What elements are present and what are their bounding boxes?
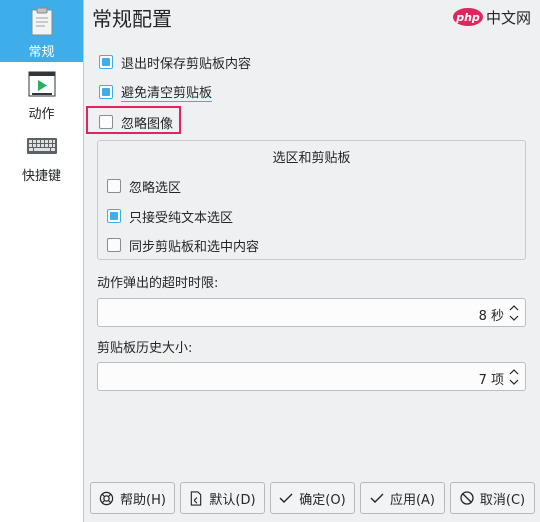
apply-button[interactable]: 应用(A) bbox=[360, 482, 445, 514]
checkbox-checked[interactable] bbox=[99, 85, 113, 99]
cancel-button-label: 取消(C) bbox=[479, 492, 526, 508]
ok-button[interactable]: 确定(O) bbox=[270, 482, 355, 514]
svg-text:php: php bbox=[455, 11, 480, 24]
sidebar-item-actions[interactable]: 动作 bbox=[0, 62, 83, 124]
ignore-images-checkbox[interactable]: 忽略图像 bbox=[99, 112, 173, 132]
action-play-icon bbox=[28, 71, 56, 97]
text-only-selection-checkbox[interactable]: 只接受纯文本选区 bbox=[107, 206, 233, 226]
checkbox-unchecked[interactable] bbox=[107, 238, 121, 252]
checkbox-label: 避免清空剪贴板 bbox=[121, 82, 213, 102]
spin-arrows-icon[interactable] bbox=[507, 366, 521, 388]
history-size-spinbox[interactable]: 7 项 bbox=[97, 362, 526, 391]
checkbox-label: 忽略选区 bbox=[129, 180, 182, 196]
sidebar-item-label: 常规 bbox=[28, 45, 55, 60]
ignore-selection-checkbox[interactable]: 忽略选区 bbox=[107, 176, 181, 196]
checkbox-label: 忽略图像 bbox=[121, 116, 174, 132]
sidebar: 常规 动作 快捷键 bbox=[0, 0, 84, 522]
timeout-value: 8 秒 bbox=[478, 309, 504, 324]
keyboard-icon bbox=[27, 138, 57, 154]
sidebar-item-general[interactable]: 常规 bbox=[0, 0, 83, 62]
checkmark-icon bbox=[279, 493, 293, 503]
sidebar-item-label: 快捷键 bbox=[21, 169, 61, 184]
svg-text:中文网: 中文网 bbox=[486, 9, 531, 27]
help-button[interactable]: 帮助(H) bbox=[90, 482, 175, 514]
prevent-empty-checkbox[interactable]: 避免清空剪贴板 bbox=[99, 82, 213, 102]
checkbox-label: 同步剪贴板和选中内容 bbox=[129, 239, 260, 255]
save-on-exit-checkbox[interactable]: 退出时保存剪贴板内容 bbox=[99, 52, 251, 72]
php-watermark-logo: php 中文网 bbox=[453, 8, 531, 27]
checkmark-icon bbox=[370, 493, 384, 503]
timeout-label: 动作弹出的超时时限: bbox=[97, 276, 219, 291]
help-lifebuoy-icon bbox=[99, 491, 114, 505]
checkbox-checked[interactable] bbox=[107, 209, 121, 223]
defaults-button[interactable]: 默认(D) bbox=[180, 482, 265, 514]
checkbox-unchecked[interactable] bbox=[99, 115, 113, 129]
ok-button-label: 确定(O) bbox=[299, 492, 346, 508]
apply-button-label: 应用(A) bbox=[389, 492, 436, 508]
sidebar-item-shortcuts[interactable]: 快捷键 bbox=[0, 124, 83, 186]
sync-clipboard-checkbox[interactable]: 同步剪贴板和选中内容 bbox=[107, 235, 259, 255]
cancel-button[interactable]: 取消(C) bbox=[450, 482, 535, 514]
cancel-icon bbox=[460, 491, 474, 505]
defaults-button-label: 默认(D) bbox=[209, 492, 256, 508]
history-size-label: 剪贴板历史大小: bbox=[97, 341, 193, 356]
general-config-icon bbox=[31, 7, 53, 36]
timeout-spinbox[interactable]: 8 秒 bbox=[97, 298, 526, 327]
group-title: 选区和剪贴板 bbox=[272, 151, 351, 166]
checkbox-label: 只接受纯文本选区 bbox=[129, 210, 234, 226]
checkbox-unchecked[interactable] bbox=[107, 179, 121, 193]
sidebar-item-label: 动作 bbox=[28, 107, 55, 122]
page-title: 常规配置 bbox=[92, 7, 172, 31]
spin-arrows-icon[interactable] bbox=[507, 302, 521, 324]
checkbox-label: 退出时保存剪贴板内容 bbox=[121, 56, 252, 72]
history-size-value: 7 项 bbox=[478, 373, 504, 388]
checkbox-checked[interactable] bbox=[99, 55, 113, 69]
help-button-label: 帮助(H) bbox=[120, 492, 166, 508]
document-revert-icon bbox=[191, 490, 202, 506]
